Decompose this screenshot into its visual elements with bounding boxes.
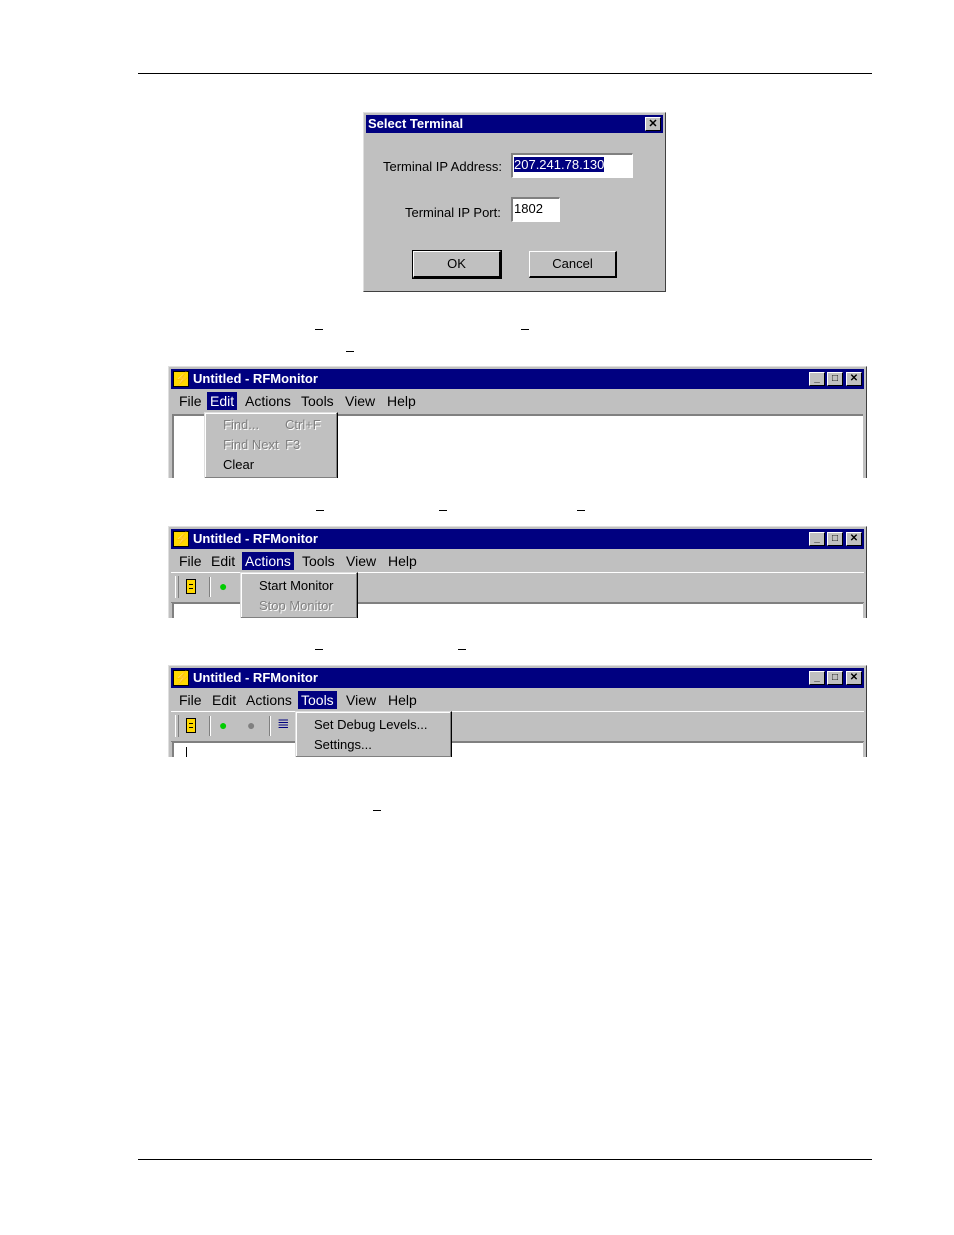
menu-bar: File Edit Actions Tools View Help <box>171 390 864 412</box>
actions-dropdown: Start Monitor Stop Monitor <box>240 572 358 618</box>
text-underline-mark <box>521 329 529 330</box>
lightning-app-icon[interactable]: ⚡ <box>173 670 190 686</box>
minimize-icon[interactable]: _ <box>809 532 825 546</box>
menu-item-clear[interactable]: Clear <box>223 456 254 474</box>
menu-item-find-next[interactable]: Find Next F3 <box>223 436 300 454</box>
rfmonitor-window-actions: ⚡ Untitled - RFMonitor _ □ ✕ File Edit A… <box>168 526 867 618</box>
text-underline-mark <box>439 510 447 511</box>
minimize-icon[interactable]: _ <box>809 372 825 386</box>
tools-dropdown: Set Debug Levels... Settings... <box>295 711 452 757</box>
lightning-app-icon[interactable]: ⚡ <box>173 371 190 387</box>
log-area[interactable] <box>172 741 863 757</box>
text-underline-mark <box>316 510 324 511</box>
menu-help[interactable]: Help <box>384 392 419 410</box>
menu-view[interactable]: View <box>343 691 379 709</box>
document-icon[interactable] <box>186 718 196 733</box>
ip-port-value: 1802 <box>514 201 543 216</box>
cancel-button[interactable]: Cancel <box>529 251 617 278</box>
menu-file[interactable]: File <box>176 552 205 570</box>
menu-tools[interactable]: Tools <box>298 392 337 410</box>
maximize-icon[interactable]: □ <box>827 372 843 386</box>
menu-view[interactable]: View <box>342 392 378 410</box>
menu-edit[interactable]: Edit <box>209 691 239 709</box>
toolbar-separator <box>209 716 211 736</box>
menu-edit[interactable]: Edit <box>207 392 238 410</box>
close-icon[interactable]: ✕ <box>846 532 862 546</box>
maximize-icon[interactable]: □ <box>827 671 843 685</box>
menu-actions[interactable]: Actions <box>243 691 295 709</box>
menu-item-find[interactable]: Find... Ctrl+F <box>223 416 321 434</box>
menu-item-stop-monitor[interactable]: Stop Monitor <box>259 597 333 615</box>
select-terminal-dialog: Select Terminal ✕ Terminal IP Address: 2… <box>363 112 666 292</box>
text-underline-mark <box>346 351 354 352</box>
menu-file[interactable]: File <box>176 392 205 410</box>
menu-item-start-monitor[interactable]: Start Monitor <box>259 577 333 595</box>
footer-rule <box>138 1159 872 1160</box>
green-dot-icon[interactable]: ● <box>219 718 227 732</box>
lightning-app-icon[interactable]: ⚡ <box>173 531 190 547</box>
ip-port-label: Terminal IP Port: <box>405 205 501 220</box>
menu-bar: File Edit Actions Tools View Help <box>171 689 864 711</box>
text-underline-mark <box>315 329 323 330</box>
toolbar-grip[interactable] <box>175 576 179 598</box>
window-titlebar[interactable]: ⚡ Untitled - RFMonitor _ □ ✕ <box>171 529 864 549</box>
close-icon[interactable]: ✕ <box>846 372 862 386</box>
menu-help[interactable]: Help <box>385 552 420 570</box>
menu-actions[interactable]: Actions <box>242 552 294 570</box>
ok-button[interactable]: OK <box>412 250 502 279</box>
close-icon[interactable]: ✕ <box>846 671 862 685</box>
menu-tools[interactable]: Tools <box>298 691 337 709</box>
document-icon[interactable] <box>186 579 196 594</box>
text-underline-mark <box>577 510 585 511</box>
toolbar: ● ● ≣ <box>171 711 864 742</box>
menu-tools[interactable]: Tools <box>299 552 338 570</box>
ip-address-label: Terminal IP Address: <box>383 159 502 174</box>
filter-icon[interactable]: ≣ <box>277 716 290 731</box>
menu-actions[interactable]: Actions <box>242 392 294 410</box>
menu-file[interactable]: File <box>176 691 205 709</box>
ip-address-value: 207.241.78.130 <box>514 157 605 172</box>
text-underline-mark <box>458 649 466 650</box>
window-title: Untitled - RFMonitor <box>193 670 318 685</box>
maximize-icon[interactable]: □ <box>827 532 843 546</box>
window-title: Untitled - RFMonitor <box>193 371 318 386</box>
toolbar-separator <box>209 577 211 597</box>
menu-help[interactable]: Help <box>385 691 420 709</box>
minimize-icon[interactable]: _ <box>809 671 825 685</box>
ip-port-field[interactable]: 1802 <box>511 197 560 222</box>
gray-dot-icon[interactable]: ● <box>247 718 255 732</box>
toolbar-grip[interactable] <box>175 715 179 737</box>
dialog-titlebar[interactable]: Select Terminal ✕ <box>366 115 663 133</box>
window-titlebar[interactable]: ⚡ Untitled - RFMonitor _ □ ✕ <box>171 369 864 389</box>
menu-item-settings[interactable]: Settings... <box>314 736 372 754</box>
dialog-title: Select Terminal <box>368 116 464 131</box>
menu-edit[interactable]: Edit <box>208 552 238 570</box>
edit-dropdown: Find... Ctrl+F Find Next F3 Clear <box>204 412 338 478</box>
menu-bar: File Edit Actions Tools View Help <box>171 550 864 572</box>
header-rule <box>138 73 872 74</box>
text-underline-mark <box>315 649 323 650</box>
window-title: Untitled - RFMonitor <box>193 531 318 546</box>
menu-view[interactable]: View <box>343 552 379 570</box>
text-underline-mark <box>373 810 381 811</box>
text-caret <box>186 747 187 757</box>
window-titlebar[interactable]: ⚡ Untitled - RFMonitor _ □ ✕ <box>171 668 864 688</box>
close-icon[interactable]: ✕ <box>645 117 661 131</box>
ip-address-field[interactable]: 207.241.78.130 <box>511 153 633 178</box>
rfmonitor-window-edit: ⚡ Untitled - RFMonitor _ □ ✕ File Edit A… <box>168 366 867 478</box>
menu-item-set-debug-levels[interactable]: Set Debug Levels... <box>314 716 427 734</box>
rfmonitor-window-tools: ⚡ Untitled - RFMonitor _ □ ✕ File Edit A… <box>168 665 867 757</box>
green-dot-icon[interactable]: ● <box>219 579 227 593</box>
toolbar-separator <box>269 716 271 736</box>
